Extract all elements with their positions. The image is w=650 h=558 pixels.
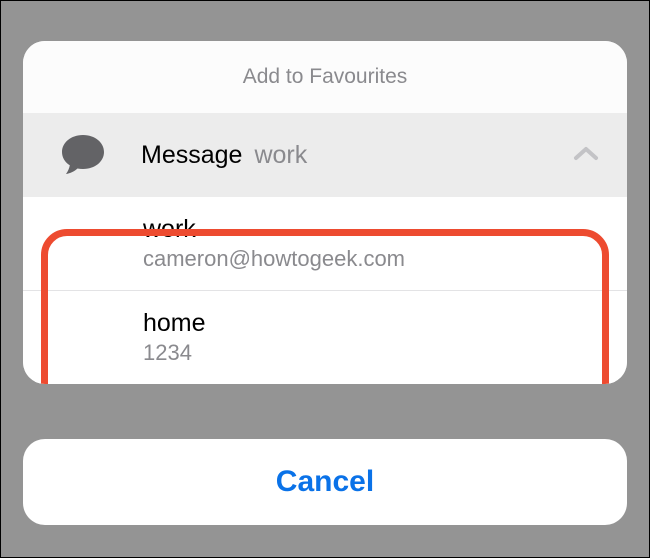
option-label: home: [143, 309, 627, 338]
message-bubble-icon: [59, 131, 107, 179]
options-list: work cameron@howtogeek.com home 1234: [23, 197, 627, 384]
option-value: cameron@howtogeek.com: [143, 246, 627, 272]
category-message-row[interactable]: Message work: [23, 113, 627, 197]
chevron-up-icon: [573, 145, 599, 166]
option-value: 1234: [143, 340, 627, 366]
option-home[interactable]: home 1234: [23, 291, 627, 384]
action-sheet: Add to Favourites Message work work came…: [23, 41, 627, 384]
category-sublabel: work: [254, 141, 307, 170]
category-label: Message: [141, 141, 242, 170]
sheet-title: Add to Favourites: [23, 41, 627, 113]
option-label: work: [143, 215, 627, 244]
cancel-label: Cancel: [276, 465, 374, 499]
option-work[interactable]: work cameron@howtogeek.com: [23, 197, 627, 291]
cancel-button[interactable]: Cancel: [23, 439, 627, 525]
